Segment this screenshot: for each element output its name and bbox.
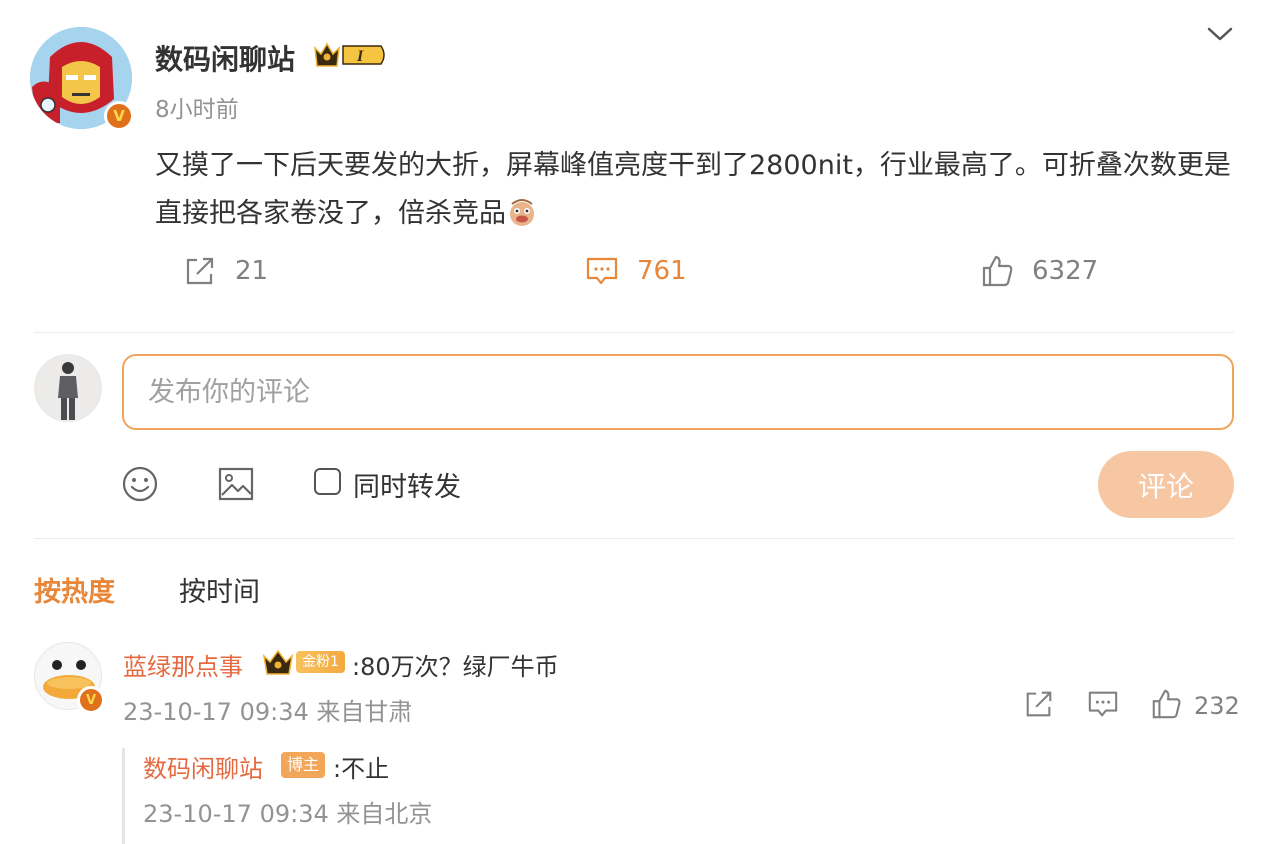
repost-button[interactable]: 21 (183, 254, 268, 288)
verified-badge: V (104, 101, 134, 131)
image-icon[interactable] (217, 465, 255, 503)
comment-thumbs-up-icon[interactable] (1150, 688, 1182, 720)
comment-reply-icon[interactable] (1087, 688, 1119, 720)
comment-count: 761 (637, 256, 687, 286)
post-body: 又摸了一下后天要发的大折，屏幕峰值亮度干到了2800nit，行业最高了。可折叠次… (155, 142, 1235, 238)
comment-input[interactable] (122, 354, 1234, 430)
reply-text: :不止 (333, 755, 390, 783)
tab-sort-by-hot[interactable]: 按热度 (34, 570, 115, 609)
reply-meta: 23-10-17 09:34 来自北京 (143, 800, 433, 828)
divider (34, 538, 1234, 539)
post-time: 8小时前 (155, 97, 239, 123)
doge-emoji-icon (506, 196, 538, 228)
also-repost-label[interactable]: 同时转发 (353, 465, 461, 504)
smiley-icon[interactable] (121, 465, 159, 503)
comment-repost-icon[interactable] (1023, 688, 1055, 720)
post-text: 又摸了一下后天要发的大折，屏幕峰值亮度干到了2800nit，行业最高了。可折叠次… (155, 150, 1231, 229)
divider (34, 332, 1234, 333)
verified-badge: V (77, 686, 105, 714)
comment-text: :80万次？绿厂牛币 (352, 653, 559, 681)
reply-user-name[interactable]: 数码闲聊站 (143, 749, 263, 784)
post-author-name[interactable]: 数码闲聊站 (155, 38, 295, 78)
also-repost-checkbox[interactable] (314, 468, 341, 495)
commenter-name[interactable]: 蓝绿那点事 (123, 647, 243, 682)
comment-button[interactable]: 761 (585, 254, 687, 288)
chevron-down-icon[interactable] (1206, 24, 1234, 44)
submit-comment-button[interactable]: 评论 (1098, 451, 1234, 518)
like-button[interactable]: 6327 (980, 254, 1098, 288)
thumbs-up-icon (982, 255, 1013, 287)
reply-thread-bar (122, 748, 125, 844)
crown-icon (262, 649, 294, 675)
vip-level-text: I (356, 48, 364, 65)
my-avatar[interactable] (34, 354, 102, 422)
tab-sort-by-time[interactable]: 按时间 (179, 570, 260, 609)
fan-level-tag: 金粉1 (296, 651, 345, 673)
comment-icon (586, 257, 618, 285)
fan-badge[interactable]: 金粉1 (262, 648, 345, 676)
repost-count: 21 (235, 256, 269, 286)
comment-like-count: 232 (1194, 692, 1240, 720)
comment-meta: 23-10-17 09:34 来自甘肃 (123, 698, 413, 726)
repost-icon (186, 257, 214, 285)
vip-crown-badge[interactable]: I (313, 40, 389, 74)
host-tag: 博主 (281, 752, 326, 778)
like-count: 6327 (1032, 256, 1099, 286)
